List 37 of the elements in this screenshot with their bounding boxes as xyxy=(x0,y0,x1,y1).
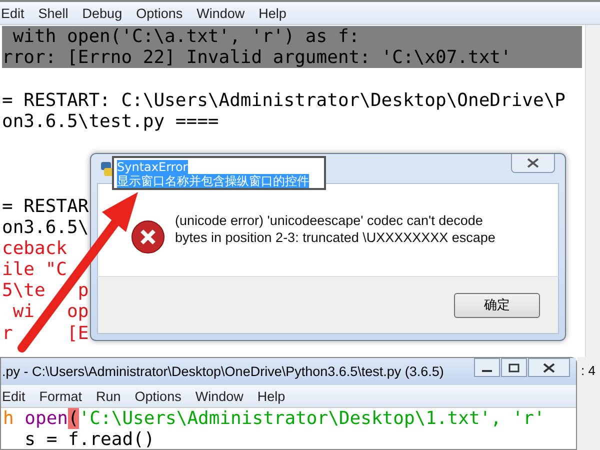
close-button[interactable] xyxy=(511,154,555,173)
output-line: = RESTAR xyxy=(2,196,89,216)
menu-item[interactable]: Help xyxy=(257,388,286,404)
menu-item[interactable]: Options xyxy=(136,6,183,20)
close-icon xyxy=(543,362,555,372)
minimize-icon xyxy=(482,370,492,372)
menu-item[interactable]: Options xyxy=(134,388,182,404)
close-button[interactable] xyxy=(528,358,570,377)
minimize-button[interactable] xyxy=(474,358,500,377)
menu-item[interactable]: Window xyxy=(195,388,244,404)
menu-item[interactable]: Edit xyxy=(1,6,24,20)
menu-item[interactable]: Format xyxy=(39,388,82,404)
menu-item[interactable]: Help xyxy=(258,6,286,20)
menu-item[interactable]: Debug xyxy=(82,6,122,20)
maximize-icon xyxy=(508,362,520,372)
code-line: s = f.read() xyxy=(24,429,156,450)
status-text: : 4 xyxy=(577,357,600,450)
error-icon xyxy=(131,220,165,254)
output-line: 5\te p xyxy=(2,280,89,302)
output-line: ile "C xyxy=(2,259,68,280)
close-icon xyxy=(527,158,539,168)
ok-button[interactable]: 确定 xyxy=(454,292,540,318)
output-line: on3.6.5\test.py ==== xyxy=(2,110,219,132)
output-line: = RESTART: C:\Users\Administrator\Desktop\OneDrive\P xyxy=(2,90,566,111)
menu-item[interactable]: Edit xyxy=(2,388,26,404)
maximize-button[interactable] xyxy=(501,358,527,377)
output-line: r [E xyxy=(2,322,89,344)
output-line: ceback xyxy=(2,238,68,259)
output-line: on3.6.5\ xyxy=(2,216,89,238)
error-message: (unicode error) 'unicodeescape' codec can't decode bytes in position 2-3: truncated \UXXXXXXXX escape xyxy=(175,212,496,246)
window-title: .py - C:\Users\Administrator\Desktop\OneDrive\Python3.6.5\test.py (3.6.5) xyxy=(2,364,444,379)
code-line: h open('C:\Users\Administrator\Desktop\1.txt', 'r' xyxy=(3,408,546,430)
output-line: wi op xyxy=(12,301,89,322)
menu-item[interactable]: Run xyxy=(96,388,121,404)
menu-item[interactable]: Window xyxy=(196,6,245,20)
menu-item[interactable]: Shell xyxy=(38,6,68,20)
scrollbar[interactable] xyxy=(585,25,600,357)
